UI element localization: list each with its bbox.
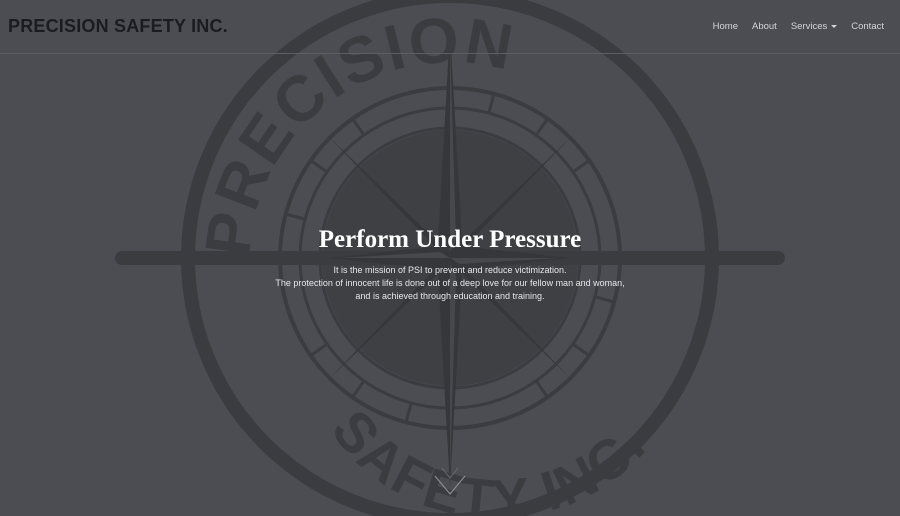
nav-home-label: Home [712,21,738,32]
hero: Perform Under Pressure It is the mission… [0,226,900,303]
hero-title: Perform Under Pressure [318,226,582,253]
caret-down-icon [831,25,838,28]
chevron-down-icon[interactable] [434,466,466,500]
main-nav: Home About Services Contact [699,21,884,32]
hero-mission-line-2: The protection of innocent life is done … [275,278,625,288]
navbar: PRECISION SAFETY INC. Home About Service… [0,0,900,54]
nav-contact[interactable]: Contact [851,21,884,32]
nav-contact-label: Contact [851,21,884,32]
nav-services-dropdown[interactable]: Services [790,21,838,32]
nav-about[interactable]: About [752,21,777,32]
hero-mission-line-1: It is the mission of PSI to prevent and … [333,265,567,275]
svg-text:SAFETY INC.: SAFETY INC. [320,398,658,516]
hero-mission-line-3: and is achieved through education and tr… [355,291,545,301]
nav-home[interactable]: Home [713,21,738,32]
nav-about-label: About [751,21,777,32]
brand-logo[interactable]: PRECISION SAFETY INC. [8,16,228,37]
nav-services-label: Services [790,21,828,32]
emblem-bottom-text: SAFETY INC. [320,398,656,516]
